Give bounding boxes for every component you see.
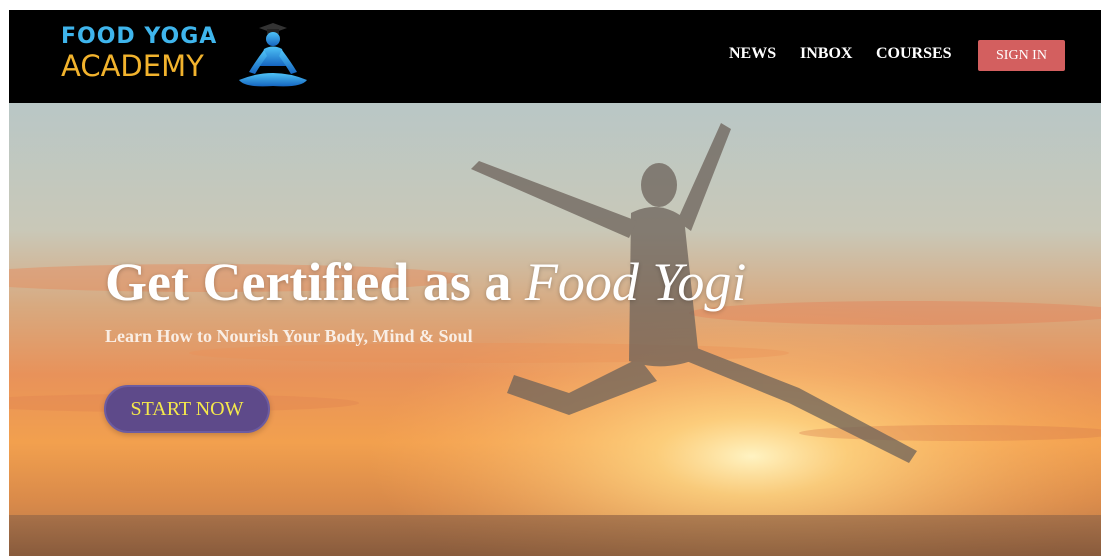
logo-text-line2: ACADEMY — [61, 49, 204, 83]
hero-title-emphasis: Food Yogi — [524, 252, 747, 312]
hero-title-main: Get Certified as a — [105, 252, 525, 312]
nav-inbox-link[interactable]: INBOX — [800, 46, 852, 62]
nav-news-link[interactable]: NEWS — [729, 46, 776, 62]
start-now-button[interactable]: START NOW — [104, 385, 270, 433]
hero-subtitle: Learn How to Nourish Your Body, Mind & S… — [105, 326, 473, 346]
nav-courses-link[interactable]: COURSES — [876, 46, 952, 62]
hero-title: Get Certified as a Food Yogi — [105, 255, 746, 309]
logo-text-line1: FOOD YOGA — [61, 24, 218, 49]
top-navbar: FOOD YOGA ACADEMY NEWS INBOX COURSES SIG… — [9, 10, 1101, 103]
sign-in-button[interactable]: SIGN IN — [978, 40, 1065, 71]
page-frame: FOOD YOGA ACADEMY NEWS INBOX COURSES SIG… — [9, 10, 1101, 556]
site-logo[interactable]: FOOD YOGA ACADEMY — [61, 22, 311, 92]
meditating-figure-icon — [239, 23, 307, 87]
hero-section: Get Certified as a Food Yogi Learn How t… — [9, 103, 1101, 556]
